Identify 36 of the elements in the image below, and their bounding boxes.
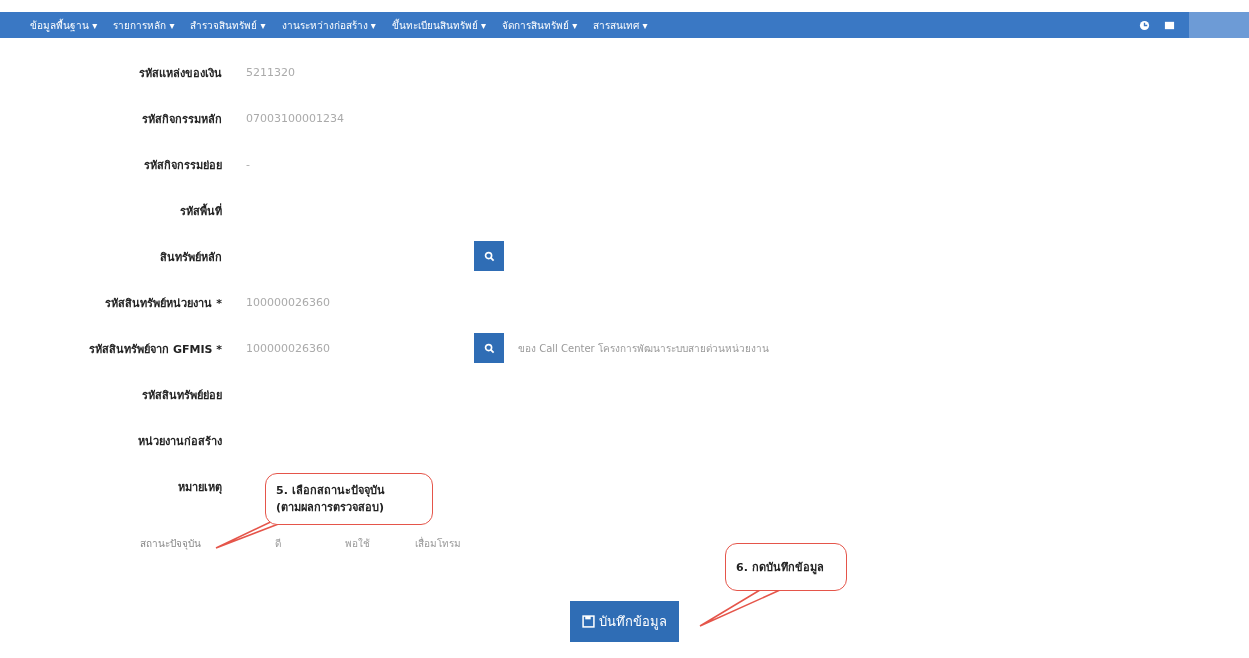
status-option[interactable]: เสื่อมโทรม	[415, 536, 485, 551]
field-label: รหัสสินทรัพย์จาก GFMIS *	[88, 342, 222, 358]
field-label: หมายเหตุ	[177, 480, 222, 496]
menu-item[interactable]: ขึ้นทะเบียนสินทรัพย์ ▾	[391, 17, 486, 33]
save-icon	[582, 615, 595, 628]
menu-item[interactable]: สารสนเทศ ▾	[593, 17, 648, 33]
field-value: 100000026360	[246, 295, 331, 309]
menu-item[interactable]: สำรวจสินทรัพย์ ▾	[190, 17, 266, 33]
status-option[interactable]: ดี	[275, 536, 345, 551]
search-icon	[483, 342, 495, 354]
field-label: รหัสสินทรัพย์หน่วยงาน *	[104, 296, 222, 312]
field-value: -	[246, 157, 251, 171]
search-button[interactable]	[474, 333, 504, 363]
field-value: 100000026360	[246, 341, 331, 355]
search-icon	[483, 250, 495, 262]
save-button[interactable]: บันทึกข้อมูล	[570, 601, 679, 642]
menu-item[interactable]: งานระหว่างก่อสร้าง ▾	[281, 17, 376, 33]
menu-item[interactable]: รายการหลัก ▾	[113, 17, 175, 33]
status-option[interactable]: พอใช้	[345, 536, 415, 551]
field-label: รหัสแหล่งของเงิน	[138, 66, 222, 82]
callout-text: 6. กดบันทึกข้อมูล	[736, 559, 825, 576]
field-label: รหัสกิจกรรมย่อย	[143, 158, 222, 174]
menu-item[interactable]: จัดการสินทรัพย์ ▾	[502, 17, 578, 33]
field-value: 5211320	[246, 65, 296, 79]
field-value: 07003100001234	[246, 111, 345, 125]
field-label: รหัสพื้นที่	[179, 202, 222, 220]
menu-item[interactable]: ข้อมูลพื้นฐาน ▾	[30, 17, 98, 33]
status-label: สถานะปัจจุบัน	[140, 537, 202, 551]
search-button[interactable]	[474, 241, 504, 271]
field-label: สินทรัพย์หลัก	[159, 250, 222, 266]
field-label: รหัสกิจกรรมหลัก	[141, 112, 222, 128]
asset-description: ของ Call Center โครงการพัฒนาระบบสายด่วนหน่วยงาน	[518, 341, 769, 356]
field-label: รหัสสินทรัพย์ย่อย	[141, 388, 222, 404]
field-label: หน่วยงานก่อสร้าง	[137, 434, 222, 450]
callout-text: 5. เลือกสถานะปัจจุบัน	[276, 483, 386, 499]
callout-text: (ตามผลการตรวจสอบ)	[276, 500, 386, 516]
